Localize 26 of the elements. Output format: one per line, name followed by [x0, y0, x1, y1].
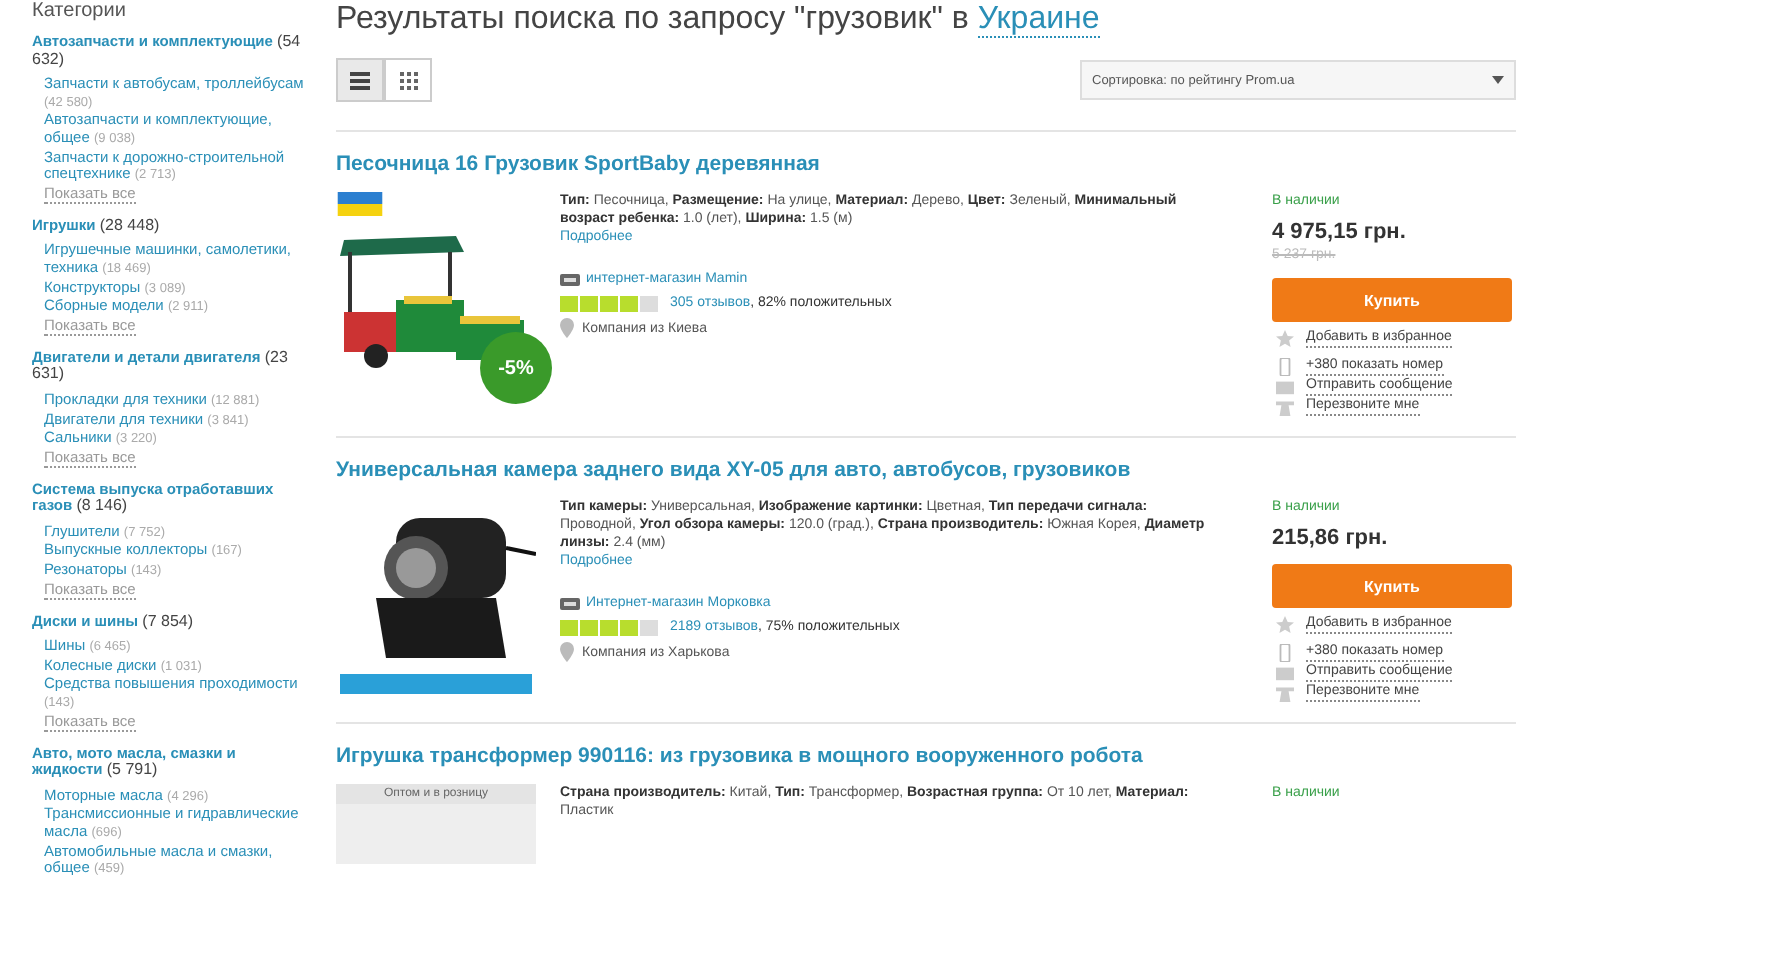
- pro-badge-icon: [560, 597, 580, 609]
- location-pin-icon: [560, 642, 574, 662]
- price: 4 975,15 грн.: [1272, 218, 1408, 246]
- star-icon: [1276, 329, 1294, 347]
- phone-icon: [1276, 357, 1294, 375]
- list-icon: [350, 71, 370, 89]
- grid-icon: [399, 71, 417, 89]
- sidebar-title: Категории: [32, 0, 128, 24]
- pro-badge-icon: [560, 273, 580, 285]
- caret-icon: [1492, 76, 1504, 84]
- grid-view-button[interactable]: [384, 58, 432, 102]
- list-view-button[interactable]: [336, 58, 384, 102]
- buy-button[interactable]: Купить: [1272, 278, 1512, 322]
- page-heading: Результаты поиска по запросу "грузовик" в: [336, 2, 969, 36]
- price: 215,86 грн.: [1272, 524, 1390, 552]
- discount-badge: -5%: [480, 332, 552, 404]
- product-title-link[interactable]: Игрушка трансформер 990116: из грузовика в мощного вооруженного робота: [336, 744, 1516, 768]
- product-title-link[interactable]: Песочница 16 Грузовик SportBaby деревянная: [336, 152, 1516, 176]
- star-icon: [1276, 615, 1294, 633]
- region-link[interactable]: Украине: [977, 2, 1100, 38]
- envelope-icon: [1276, 377, 1294, 395]
- product-title-link[interactable]: Универсальная камера заднего вида XY-05 для авто, автобусов, грузовиков: [336, 458, 1516, 482]
- phone-icon: [1276, 643, 1294, 661]
- buy-button[interactable]: Купить: [1272, 564, 1512, 608]
- envelope-icon: [1276, 663, 1294, 681]
- location-pin-icon: [560, 318, 574, 338]
